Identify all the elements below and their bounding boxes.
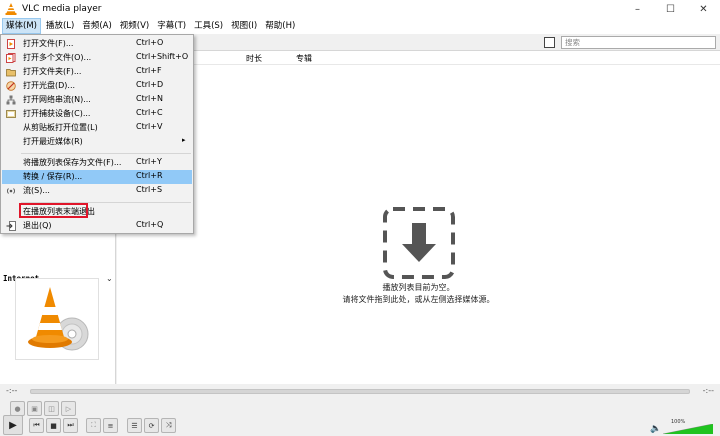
menu-help[interactable]: 帮助(H)	[262, 18, 298, 34]
record-button[interactable]: ●	[10, 401, 25, 416]
stop-button[interactable]: ■	[46, 418, 61, 433]
minimize-button[interactable]: –	[621, 0, 654, 18]
playlist-view-icon[interactable]	[544, 37, 555, 48]
play-button[interactable]: ▶	[3, 415, 23, 435]
menu-audio[interactable]: 音频(A)	[79, 18, 114, 34]
fullscreen-button[interactable]: ⛶	[86, 418, 101, 433]
menu-tools[interactable]: 工具(S)	[191, 18, 226, 34]
media-menu-dropdown: 打开文件(F)... Ctrl+O 打开多个文件(O)... Ctrl+Shif…	[0, 34, 194, 234]
search-input[interactable]: 搜索	[561, 36, 716, 49]
volume-speaker-icon[interactable]: 🔈	[650, 424, 661, 434]
stream-icon	[6, 186, 16, 196]
playlist-toggle-button[interactable]: ☰	[127, 418, 142, 433]
file-icon	[6, 39, 16, 49]
submenu-arrow-icon: ▸	[182, 136, 186, 144]
loop-button[interactable]: ⟳	[144, 418, 159, 433]
capture-icon	[6, 109, 16, 119]
remaining-time: -:--	[702, 386, 714, 395]
extended-settings-button[interactable]: ≡	[103, 418, 118, 433]
menu-bar: 媒体(M) 播放(L) 音频(A) 视频(V) 字幕(T) 工具(S) 视图(I…	[0, 18, 720, 34]
menu-item-open-capture[interactable]: 打开捕获设备(C)... Ctrl+C	[2, 107, 192, 121]
seek-row: -:-- -:--	[0, 386, 720, 398]
menu-media[interactable]: 媒体(M)	[2, 18, 41, 34]
shuffle-button[interactable]: ⤨	[161, 418, 176, 433]
disc-icon	[6, 81, 16, 91]
elapsed-time: -:--	[6, 386, 18, 395]
vlc-cone-art-icon	[28, 287, 89, 351]
volume-slider[interactable]	[663, 424, 713, 434]
menu-video[interactable]: 视频(V)	[117, 18, 152, 34]
menu-item-save-playlist[interactable]: 将播放列表保存为文件(F)... Ctrl+Y	[2, 156, 192, 170]
column-duration[interactable]: 时长	[246, 53, 262, 64]
menu-item-open-network[interactable]: 打开网络串流(N)... Ctrl+N	[2, 93, 192, 107]
previous-button[interactable]: ⏮	[29, 418, 44, 433]
playlist-toolbar: 搜索	[116, 34, 720, 51]
folder-icon	[6, 67, 16, 77]
menu-item-open-multiple[interactable]: 打开多个文件(O)... Ctrl+Shift+O	[2, 51, 192, 65]
menu-view[interactable]: 视图(I)	[228, 18, 260, 34]
album-art	[15, 278, 99, 360]
menu-separator	[21, 153, 191, 154]
vlc-cone-icon	[5, 3, 17, 15]
files-icon	[6, 53, 16, 63]
menu-item-stream[interactable]: 流(S)... Ctrl+S	[2, 184, 192, 198]
maximize-button[interactable]: ☐	[654, 0, 687, 18]
highlight-annotation-box	[19, 203, 88, 218]
snapshot-button[interactable]: ▣	[27, 401, 42, 416]
column-album[interactable]: 专辑	[296, 53, 312, 64]
chevron-down-icon[interactable]: ⌄	[106, 274, 113, 283]
menu-item-open-clipboard[interactable]: 从剪贴板打开位置(L) Ctrl+V	[2, 121, 192, 135]
menu-playback[interactable]: 播放(L)	[43, 18, 77, 34]
network-icon	[6, 95, 16, 105]
empty-line-1: 播放列表目前为空。	[382, 283, 455, 292]
menu-item-open-file[interactable]: 打开文件(F)... Ctrl+O	[2, 37, 192, 51]
menu-subtitle[interactable]: 字幕(T)	[154, 18, 189, 34]
exit-icon	[6, 221, 16, 231]
title-bar: VLC media player – ☐ ✕	[0, 0, 720, 18]
seek-slider[interactable]	[30, 389, 690, 394]
menu-item-quit[interactable]: 退出(Q) Ctrl+Q	[2, 219, 192, 233]
playlist-area[interactable]: 播放列表目前为空。 请将文件拖到此处，或从左侧选择媒体源。	[117, 65, 720, 384]
playlist-column-header: 时长 专辑	[116, 51, 720, 65]
frame-step-button[interactable]: ▷	[61, 401, 76, 416]
menu-item-convert-save[interactable]: 转换 / 保存(R)... Ctrl+R	[2, 170, 192, 184]
window-title: VLC media player	[22, 4, 102, 14]
menu-item-open-folder[interactable]: 打开文件夹(F)... Ctrl+F	[2, 65, 192, 79]
next-button[interactable]: ⏭	[63, 418, 78, 433]
loop-ab-button[interactable]: ◫	[44, 401, 59, 416]
menu-item-open-recent[interactable]: 打开最近媒体(R) ▸	[2, 135, 192, 149]
empty-playlist-message: 播放列表目前为空。 请将文件拖到此处，或从左侧选择媒体源。	[117, 282, 720, 306]
close-button[interactable]: ✕	[687, 0, 720, 18]
drop-download-icon	[383, 207, 455, 279]
empty-line-2: 请将文件拖到此处，或从左侧选择媒体源。	[342, 295, 495, 304]
menu-item-open-disc[interactable]: 打开光盘(D)... Ctrl+D	[2, 79, 192, 93]
